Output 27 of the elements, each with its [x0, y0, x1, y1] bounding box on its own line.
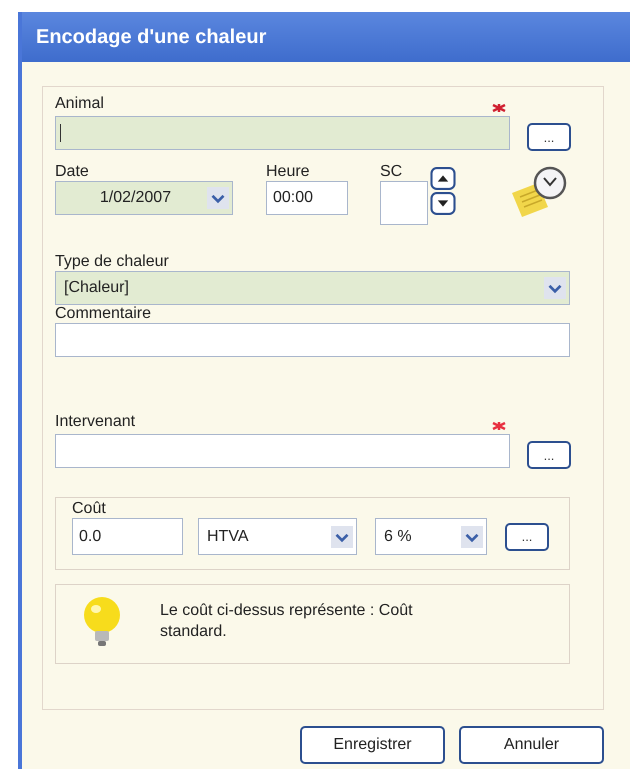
field-label: SC: [380, 163, 404, 181]
group-label: Coût: [72, 500, 107, 518]
field-label: Type de chaleur: [55, 253, 170, 271]
browse-button[interactable]: ...: [527, 123, 571, 151]
spin-up-button[interactable]: [430, 167, 456, 190]
field-label: Heure: [266, 163, 311, 181]
comment-field[interactable]: [55, 323, 570, 357]
time-field[interactable]: 00:00: [266, 181, 348, 215]
sc-field[interactable]: [380, 181, 428, 225]
browse-button[interactable]: ...: [505, 522, 549, 550]
field-label: Date: [55, 163, 90, 181]
type-dropdown[interactable]: [Chaleur]: [55, 271, 570, 305]
animal-field[interactable]: [55, 116, 510, 150]
amount-field[interactable]: 0.0: [72, 518, 183, 555]
tax-dropdown[interactable]: HTVA: [198, 518, 357, 555]
rate-dropdown[interactable]: 6 %: [375, 518, 487, 555]
date-picker[interactable]: 1/02/2007: [55, 181, 233, 215]
info-text: Le coût ci-dessus représente : Coût standard.: [160, 601, 414, 642]
spin-down-button[interactable]: [430, 192, 456, 215]
cancel-button[interactable]: Annuler: [459, 726, 604, 764]
window-title: Encodage d'une chaleur: [36, 26, 266, 48]
field-label: Animal: [55, 95, 104, 113]
intervenant-field[interactable]: [55, 434, 510, 468]
save-button[interactable]: Enregistrer: [300, 726, 445, 764]
field-label: Intervenant: [55, 413, 136, 431]
field-label: Commentaire: [55, 305, 152, 323]
browse-button[interactable]: ...: [527, 441, 571, 469]
